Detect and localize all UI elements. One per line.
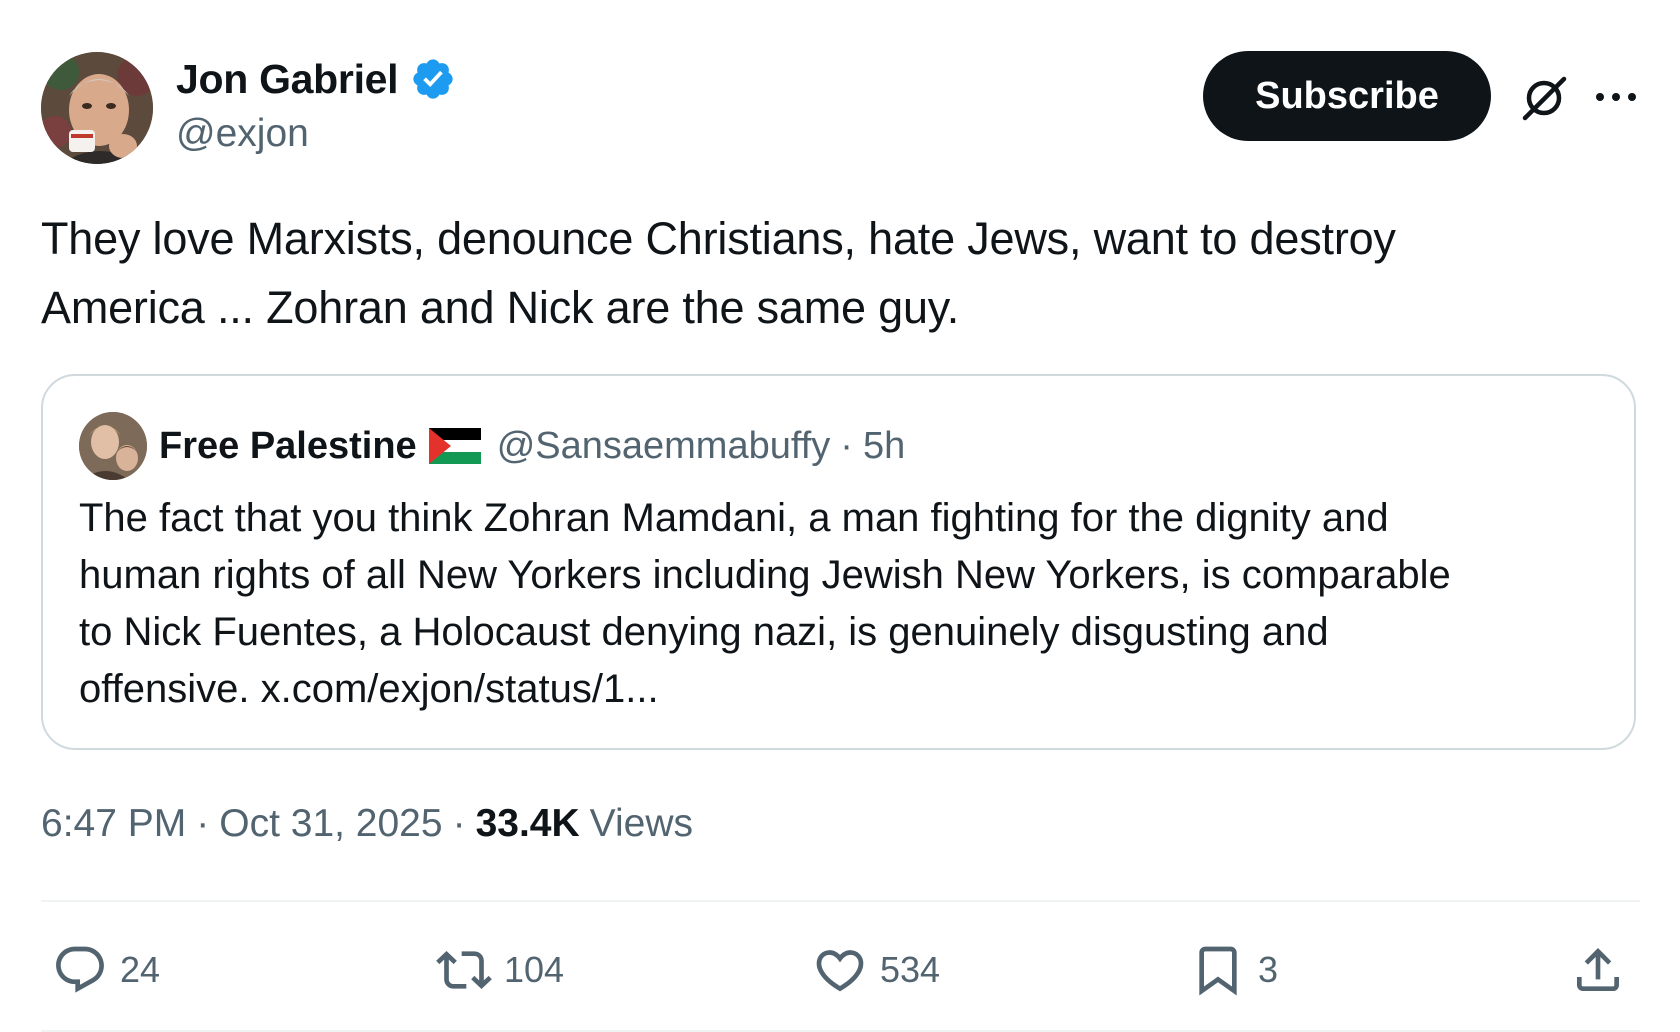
views-count: 33.4K (475, 802, 580, 845)
bookmark-count: 3 (1258, 949, 1279, 990)
quoted-author-avatar[interactable] (79, 412, 147, 480)
author-display-name[interactable]: Jon Gabriel (176, 56, 399, 103)
quoted-author-display-name: Free Palestine (159, 424, 417, 467)
tweet-date[interactable]: Oct 31, 2025 (219, 802, 442, 846)
quoted-author-avatar-image (79, 412, 147, 480)
like-count: 534 (880, 949, 941, 990)
views-label: Views (589, 802, 693, 845)
quoted-tweet-header: Free Palestine @Sansaemmabuffy · 5h (159, 414, 905, 478)
author-handle[interactable]: @exjon (176, 112, 309, 156)
quoted-text-line: offensive. x.com/exjon/status/1... (79, 667, 659, 711)
author-name-row: Jon Gabriel (176, 52, 456, 106)
tweet-meta: 6:47 PM · Oct 31, 2025 · 33.4K Views (41, 796, 693, 852)
quoted-tweet-text: The fact that you think Zohran Mamdani, … (79, 490, 1599, 718)
subscribe-button[interactable]: Subscribe (1203, 51, 1491, 141)
reply-count: 24 (120, 949, 161, 990)
tweet-text-line: They love Marxists, denounce Christians,… (41, 213, 1396, 264)
tweet-text-line: America ... Zohran and Nick are the same… (41, 282, 960, 333)
share-icon (1577, 948, 1619, 991)
share-button[interactable] (1570, 938, 1626, 1002)
tweet-time[interactable]: 6:47 PM (41, 802, 186, 846)
meta-separator: · (196, 802, 210, 845)
more-icon[interactable] (1592, 82, 1640, 112)
like-button[interactable]: 534 (812, 938, 940, 1002)
author-avatar[interactable] (41, 52, 153, 164)
quoted-text-line: The fact that you think Zohran Mamdani, … (79, 496, 1389, 540)
meta-separator: · (452, 802, 466, 845)
quoted-tweet-time: 5h (862, 424, 906, 467)
verified-badge-icon[interactable] (410, 56, 456, 102)
quoted-author-handle: @Sansaemmabuffy (496, 424, 831, 467)
repost-icon (436, 951, 492, 989)
repost-count: 104 (504, 949, 565, 990)
reply-icon (56, 946, 104, 993)
repost-button[interactable]: 104 (436, 938, 564, 1002)
divider (41, 900, 1640, 902)
bookmark-icon (1199, 946, 1237, 996)
bookmark-button[interactable]: 3 (1190, 938, 1278, 1002)
tweet-text: They love Marxists, denounce Christians,… (41, 204, 1641, 342)
palestine-flag-icon (428, 428, 481, 464)
reply-button[interactable]: 24 (52, 938, 160, 1002)
quoted-tweet-card[interactable]: Free Palestine @Sansaemmabuffy · 5h The … (41, 374, 1636, 750)
quoted-header-separator: · (840, 424, 853, 467)
author-avatar-image (41, 52, 153, 164)
quoted-text-line: to Nick Fuentes, a Holocaust denying naz… (79, 610, 1329, 654)
like-icon (816, 950, 864, 992)
quoted-text-line: human rights of all New Yorkers includin… (79, 553, 1451, 597)
grok-icon[interactable] (1518, 72, 1570, 124)
